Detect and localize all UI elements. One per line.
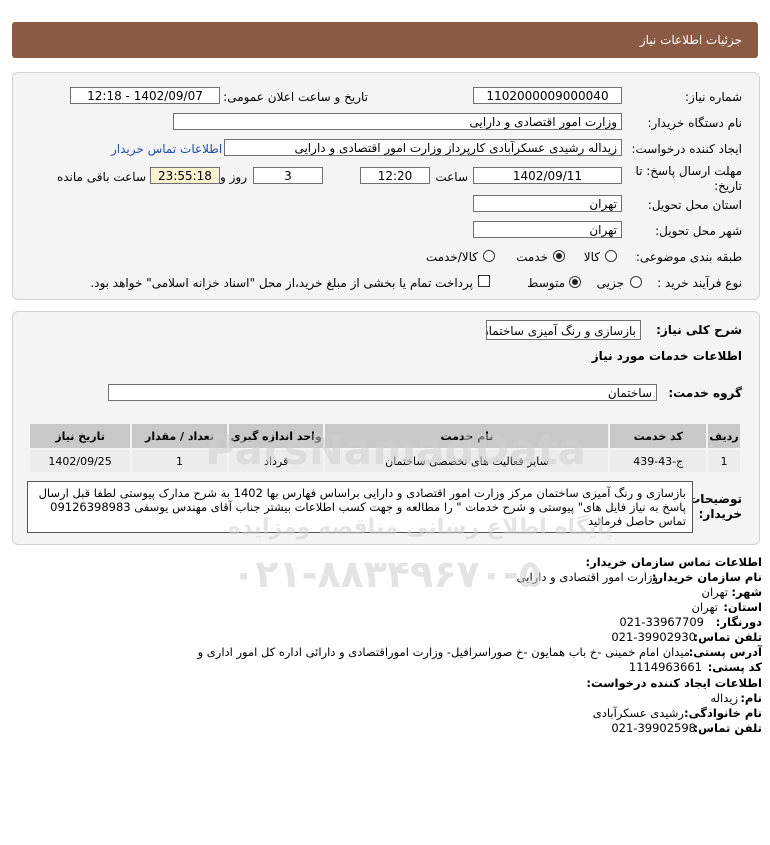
deadline-date-field: 1402/09/11: [473, 167, 622, 184]
service-group-field: ساختمان: [108, 384, 657, 401]
need-date: 1402/09/25: [27, 448, 133, 474]
need-number-field: 1102000009000040: [473, 87, 622, 104]
page-title: جزئیات اطلاعات نیاز: [639, 33, 742, 47]
category-option-goods: کالا: [583, 250, 600, 264]
process-option-medium: متوسط: [527, 276, 565, 290]
address-label: آدرس پستی:: [688, 645, 762, 659]
category-radio-service[interactable]: [553, 250, 565, 262]
phone-label: تلفن تماس:: [693, 630, 762, 644]
buyer-label: نام دستگاه خریدار:: [647, 116, 743, 130]
deadline-time-field: 12:20: [360, 167, 430, 184]
service-code: ج-43-439: [608, 448, 709, 474]
watermark-caption: پایگاه اطلاع رسانی مناقصه ومزایده: [228, 515, 614, 540]
postal-label: کد پستی:: [707, 660, 762, 674]
services-heading: اطلاعات خدمات مورد نیاز: [591, 349, 742, 363]
name-label: نام:: [740, 691, 762, 705]
announce-field: 1402/09/07 - 12:18: [70, 87, 220, 104]
creator-phone-label: تلفن تماس:: [693, 721, 762, 735]
remaining-label: ساعت باقی مانده: [56, 170, 146, 184]
col-code: کد خدمت: [608, 422, 709, 450]
category-label: طبقه بندی موضوعی:: [635, 250, 742, 264]
watermark-phone: ۰۲۱-۸۸۳۴۹۶۷۰-۵: [232, 552, 542, 596]
buyer-notes-label: توضیحات: [688, 492, 742, 506]
category-radio-both[interactable]: [483, 250, 495, 262]
family-label: نام خانوادگی:: [684, 706, 762, 720]
name-value: زیداله: [710, 691, 738, 705]
contact-city-value: تهران: [701, 585, 729, 599]
process-radio-minor[interactable]: [630, 276, 642, 288]
postal-value: 1114963661: [628, 660, 702, 674]
creator-phone-value: 021-39902598: [611, 721, 696, 735]
contact-province-label: استان:: [723, 600, 762, 614]
buyer-contact-link[interactable]: اطلاعات تماس خریدار: [111, 142, 222, 156]
remaining-time-field: 23:55:18: [150, 167, 220, 184]
creator-label: ایجاد کننده درخواست:: [631, 142, 742, 156]
days-label: روز و: [220, 170, 247, 184]
days-field: 3: [253, 167, 323, 184]
phone-value: 021-39902930: [611, 630, 696, 644]
process-label: نوع فرآیند خرید :: [657, 276, 742, 290]
category-option-service: خدمت: [516, 250, 548, 264]
announce-label: تاریخ و ساعت اعلان عمومی:: [223, 90, 368, 104]
process-option-minor: جزیی: [596, 276, 624, 290]
province-field: تهران: [473, 195, 622, 212]
process-radio-medium[interactable]: [569, 276, 581, 288]
org-label: نام سازمان خریدار:: [651, 570, 762, 584]
fax-label: دورنگار:: [715, 615, 762, 629]
city-field: تهران: [473, 221, 622, 238]
buyer-field: وزارت امور اقتصادی و دارایی: [173, 113, 622, 130]
treasury-checkbox[interactable]: [478, 275, 490, 287]
service-group-label: گروه خدمت:: [668, 386, 742, 400]
summary-label: شرح کلی نیاز:: [656, 323, 742, 337]
fax-value: 021-33967709: [619, 615, 704, 629]
category-radio-goods[interactable]: [605, 250, 617, 262]
page-header: جزئیات اطلاعات نیاز: [12, 22, 758, 58]
creator-field: زیداله رشیدی عسکرآبادی کارپرداز وزارت ام…: [224, 139, 622, 156]
col-date: تاریخ نیاز: [27, 422, 133, 450]
time-label: ساعت: [435, 170, 468, 184]
address-value: میدان امام خمینی -خ باب همایون -خ صوراسر…: [197, 645, 690, 659]
deadline-label: مهلت ارسال پاسخ: تا: [635, 164, 742, 178]
creator-heading: اطلاعات ایجاد کننده درخواست:: [586, 676, 762, 690]
need-info-panel: [12, 72, 760, 300]
watermark-brand: ParsNamadData: [205, 425, 586, 474]
payment-note: پرداخت تمام یا بخشی از مبلغ خرید،از محل …: [90, 276, 473, 290]
contact-city-label: شهر:: [731, 585, 762, 599]
deadline-label-2: تاریخ:: [714, 179, 742, 193]
province-label: استان محل تحویل:: [647, 198, 742, 212]
need-number-label: شماره نیاز:: [685, 90, 742, 104]
col-row: ردیف: [706, 422, 742, 450]
buyer-notes-label-2: خریدار:: [698, 507, 742, 521]
family-value: رشیدی عسکرآبادی: [592, 706, 684, 720]
contact-province-value: تهران: [691, 600, 719, 614]
summary-field: بازسازی و رنگ آمیزی ساختمان: [486, 320, 641, 340]
row-index: 1: [706, 448, 742, 474]
city-label: شهر محل تحویل:: [655, 224, 742, 238]
category-option-both: کالا/خدمت: [425, 250, 478, 264]
contact-heading: اطلاعات تماس سازمان خریدار:: [585, 555, 762, 569]
